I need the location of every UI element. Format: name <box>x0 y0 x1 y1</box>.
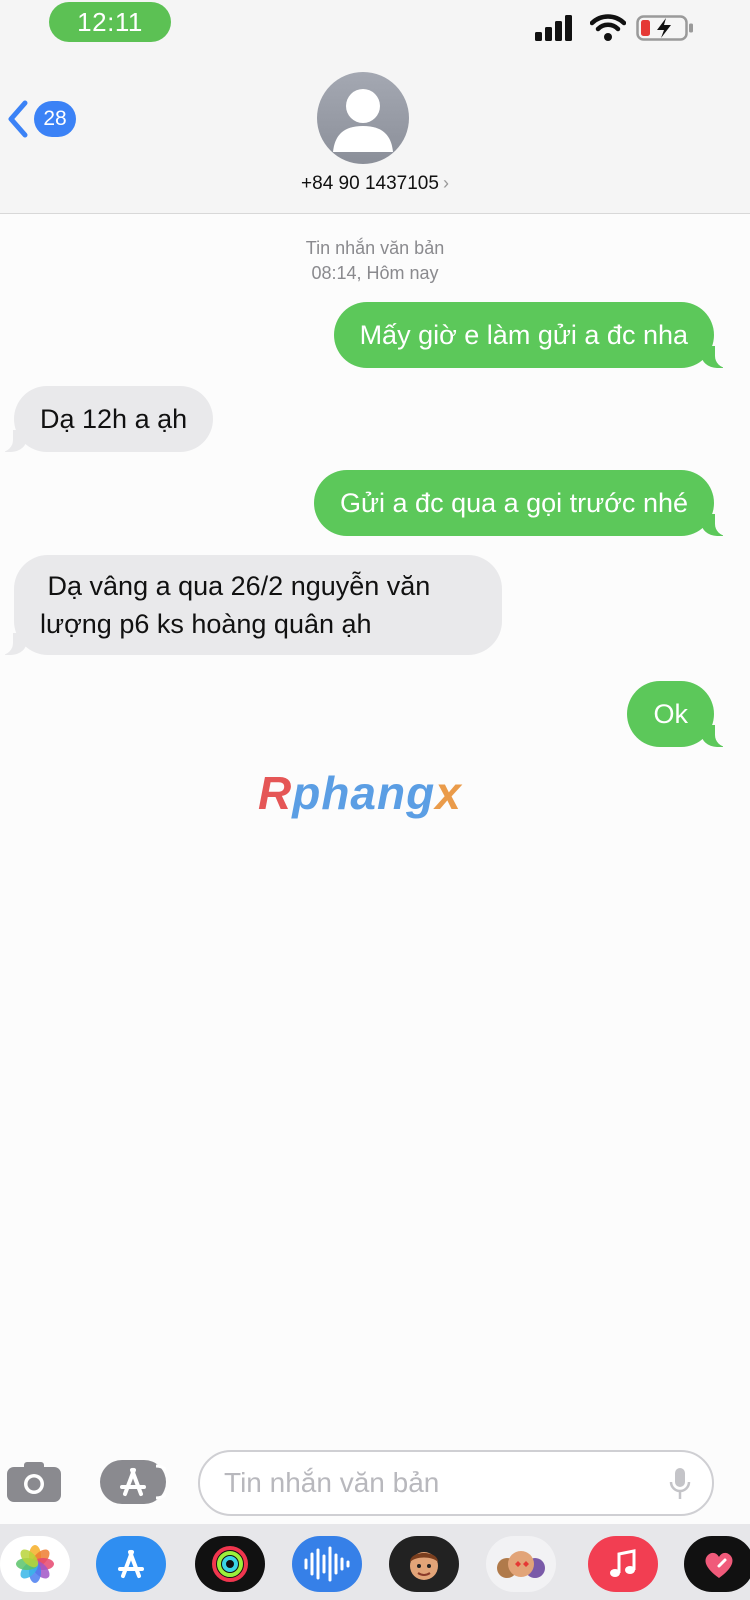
battery-icon <box>636 15 693 41</box>
chevron-right-icon: › <box>442 173 449 193</box>
memoji-stickers-app[interactable] <box>486 1536 556 1592</box>
contact-number: +84 90 1437105 <box>301 173 439 194</box>
outgoing-message[interactable]: Gửi a đc qua a gọi trước nhé <box>313 470 735 536</box>
outgoing-message[interactable]: Mấy giờ e làm gửi a đc nha <box>333 302 735 368</box>
message-text: Gửi a đc qua a gọi trước nhé <box>339 488 688 518</box>
fitness-app[interactable] <box>195 1536 265 1592</box>
incoming-message[interactable]: Dạ vâng a qua 26/2 nguyễn văn lượng p6 k… <box>0 555 502 655</box>
microphone-icon[interactable] <box>669 1467 691 1501</box>
app-store-icon <box>118 1550 144 1578</box>
watermark-logo: Rphangx <box>258 767 462 819</box>
bubble-tail <box>0 631 27 655</box>
digital-touch-app[interactable] <box>684 1536 750 1592</box>
thread-timestamp: 08:14, Hôm nay <box>311 263 439 283</box>
message-input-placeholder: Tin nhắn văn bản <box>224 1467 440 1498</box>
memoji-stickers-icon <box>497 1551 545 1578</box>
bubble-tail <box>701 723 735 747</box>
bubble-tail <box>0 428 27 452</box>
person-icon <box>333 89 393 152</box>
photos-icon <box>16 1545 54 1583</box>
unread-count-badge: 28 <box>34 101 76 137</box>
back-chevron-icon <box>8 100 28 138</box>
message-text: Dạ 12h a ạh <box>40 404 188 434</box>
audio-message-app[interactable] <box>292 1536 362 1592</box>
music-app[interactable] <box>588 1536 658 1592</box>
contact-avatar[interactable] <box>317 72 409 164</box>
message-text: Ok <box>653 699 688 729</box>
status-time: 12:11 <box>49 2 171 42</box>
camera-icon[interactable] <box>6 1461 62 1503</box>
cellular-signal-icon <box>535 15 572 41</box>
photos-app[interactable] <box>0 1536 70 1592</box>
bubble-tail <box>701 512 735 536</box>
incoming-message[interactable]: Dạ 12h a ạh <box>0 386 214 452</box>
back-button[interactable]: 28 <box>6 98 86 140</box>
app-store-icon <box>120 1464 174 1500</box>
memoji-app[interactable] <box>389 1536 459 1592</box>
service-label: Tin nhắn văn bản <box>305 238 445 258</box>
contact-name[interactable]: +84 90 1437105 › <box>0 173 750 195</box>
message-text: Dạ vâng a qua 26/2 nguyễn văn lượng p6 k… <box>40 571 438 639</box>
message-text: Mấy giờ e làm gửi a đc nha <box>359 320 688 350</box>
memoji-icon <box>410 1552 438 1580</box>
app-store-button[interactable] <box>100 1460 174 1504</box>
heart-icon <box>705 1552 733 1578</box>
activity-icon <box>212 1546 248 1582</box>
bubble-tail <box>701 344 735 368</box>
outgoing-message[interactable]: Ok <box>627 681 735 747</box>
app-store-app[interactable] <box>96 1536 166 1592</box>
music-icon <box>610 1549 636 1577</box>
wifi-icon <box>590 14 626 41</box>
thread-meta: Tin nhắn văn bản 08:14, Hôm nay <box>0 236 750 286</box>
audio-icon <box>304 1546 350 1582</box>
